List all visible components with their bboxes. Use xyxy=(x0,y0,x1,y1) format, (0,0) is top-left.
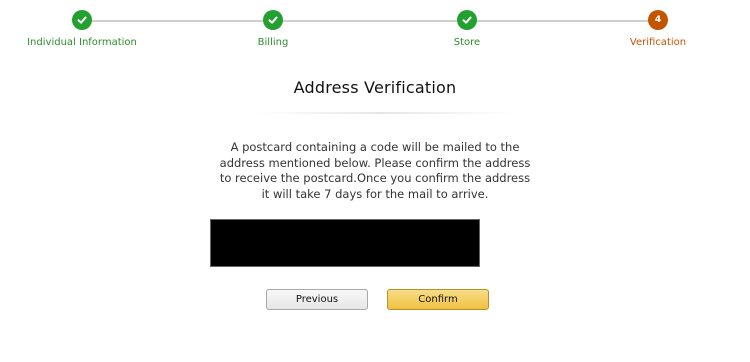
step-number-badge: 4 xyxy=(648,10,668,30)
page-title: Address Verification xyxy=(293,78,457,97)
step-complete-check-icon xyxy=(263,10,283,30)
step-store: Store xyxy=(387,10,547,48)
step-complete-check-icon xyxy=(72,10,92,30)
step-individual-information: Individual Information xyxy=(2,10,162,48)
redacted-address-block xyxy=(210,219,480,267)
step-label: Store xyxy=(453,37,481,48)
step-complete-check-icon xyxy=(457,10,477,30)
step-verification: 4 Verification xyxy=(578,10,738,48)
title-divider xyxy=(255,112,515,114)
step-label: Verification xyxy=(629,37,687,48)
previous-button[interactable]: Previous xyxy=(266,289,368,310)
confirm-button[interactable]: Confirm xyxy=(387,289,489,310)
step-billing: Billing xyxy=(193,10,353,48)
verification-message: A postcard containing a code will be mai… xyxy=(219,140,531,201)
progress-stepper: Individual Information Billing Store 4 V… xyxy=(0,0,750,60)
step-label: Individual Information xyxy=(27,37,137,48)
step-label: Billing xyxy=(257,37,289,48)
